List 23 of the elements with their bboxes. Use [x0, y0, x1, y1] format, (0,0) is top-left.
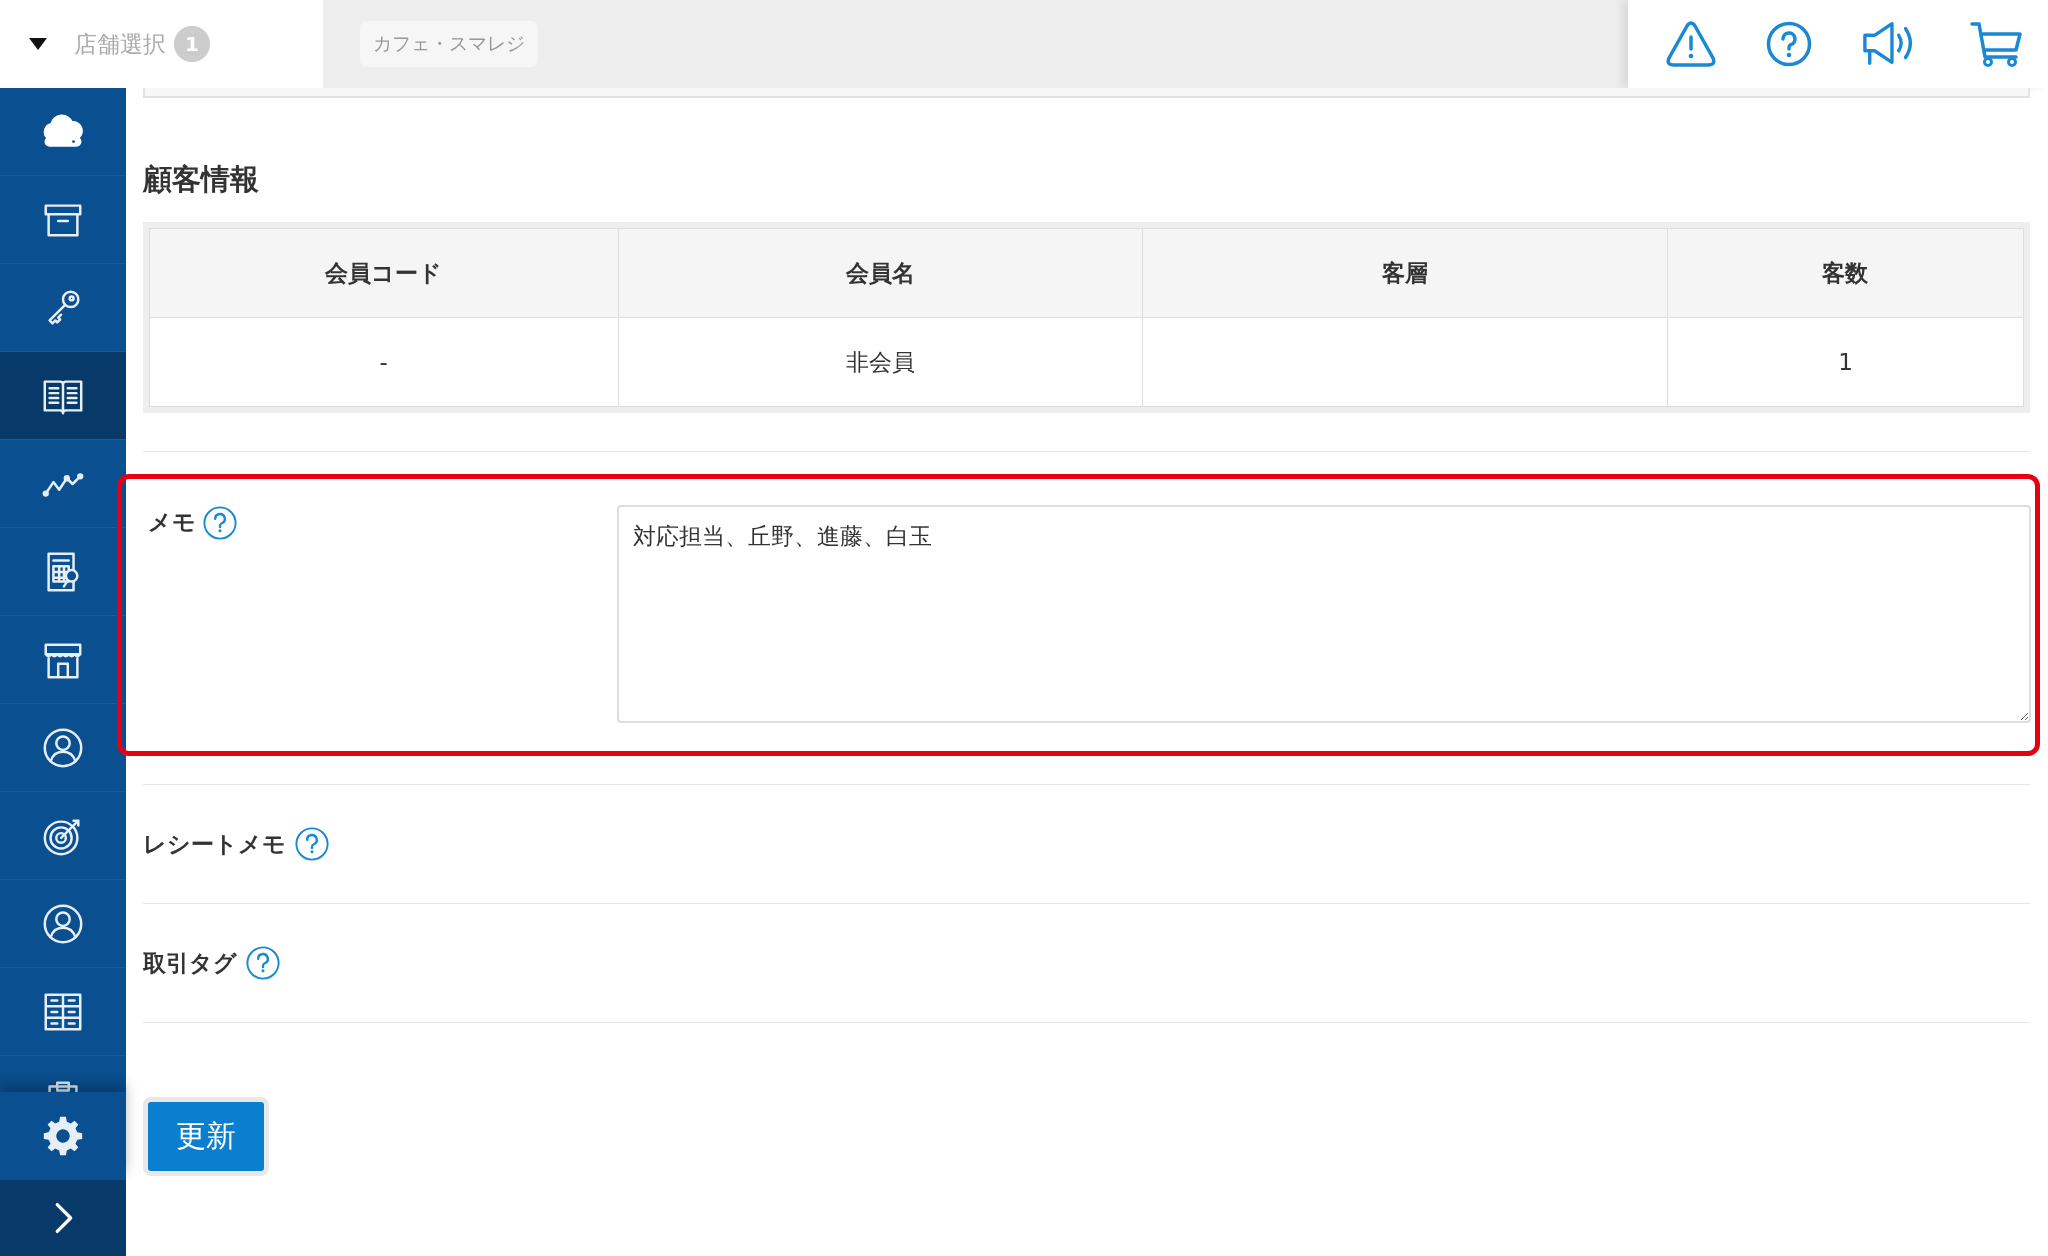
- store-chip[interactable]: カフェ・スマレジ: [360, 21, 538, 67]
- help-icon[interactable]: [1764, 21, 1814, 67]
- column-header: 客層: [1142, 228, 1668, 318]
- section-title: 顧客情報: [143, 161, 260, 198]
- field-label: 取引タグ: [143, 949, 237, 978]
- column-header: 客数: [1667, 228, 2024, 318]
- settings-button[interactable]: [0, 1092, 126, 1180]
- help-icon[interactable]: [245, 945, 281, 981]
- update-button[interactable]: 更新: [143, 1097, 269, 1176]
- column-header: 会員名: [618, 228, 1143, 318]
- store-selector-label: 店舗選択: [74, 29, 166, 59]
- help-icon[interactable]: [202, 505, 238, 541]
- column-header: 会員コード: [149, 228, 618, 318]
- sidebar-item[interactable]: [0, 352, 126, 440]
- caret-icon: [28, 37, 48, 51]
- memo-textarea[interactable]: 対応担当、丘野、進藤、白玉: [617, 505, 2031, 723]
- help-icon[interactable]: [294, 826, 330, 862]
- memo-label: メモ: [148, 508, 196, 537]
- table-cell: 1: [1838, 349, 1853, 375]
- table-cell: -: [379, 349, 388, 375]
- warning-icon[interactable]: [1666, 21, 1716, 67]
- field-label: レシートメモ: [143, 830, 286, 859]
- table-cell: 非会員: [845, 348, 915, 375]
